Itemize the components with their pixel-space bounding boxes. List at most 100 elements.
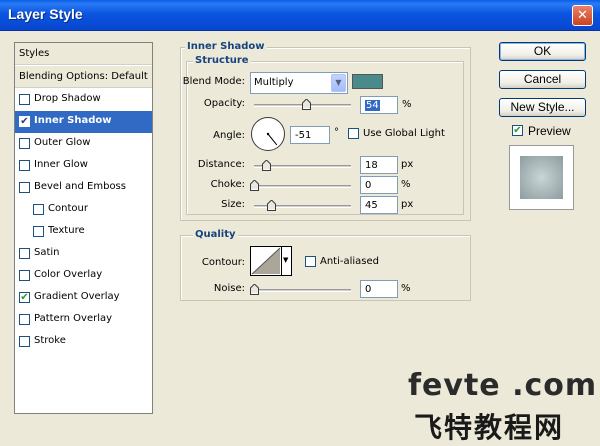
choke-value: 0	[365, 180, 372, 191]
style-item-label: Inner Glow	[34, 159, 88, 170]
style-item[interactable]: ✔ Inner Shadow	[15, 111, 152, 133]
style-item-checkbox[interactable]: ✔	[19, 292, 30, 303]
watermark-latin: fevte .com	[408, 368, 598, 403]
choke-slider-track[interactable]	[254, 185, 351, 188]
style-item[interactable]: ✔ Gradient Overlay	[15, 287, 152, 309]
style-item-label: Contour	[48, 203, 88, 214]
style-item-label: Drop Shadow	[34, 93, 101, 104]
noise-slider-thumb[interactable]	[250, 284, 259, 295]
style-item-label: Pattern Overlay	[34, 313, 113, 324]
noise-label: Noise:	[213, 283, 245, 294]
styles-list: Styles Blending Options: Default Drop Sh…	[14, 42, 153, 414]
inner-shadow-title: Inner Shadow	[185, 41, 267, 52]
style-item[interactable]: Texture	[15, 221, 152, 243]
anti-aliased-label: Anti-aliased	[320, 256, 380, 267]
opacity-slider-thumb[interactable]	[302, 99, 312, 110]
use-global-light-label: Use Global Light	[363, 128, 445, 139]
size-input[interactable]: 45	[360, 196, 398, 214]
use-global-light-checkbox[interactable]	[348, 128, 359, 139]
style-item-checkbox[interactable]	[19, 314, 30, 325]
contour-label: Contour:	[201, 257, 245, 268]
noise-value: 0	[365, 284, 372, 295]
opacity-label: Opacity:	[203, 98, 245, 109]
angle-label: Angle:	[213, 130, 245, 141]
contour-dropdown-button[interactable]: ▼	[281, 247, 291, 275]
distance-label: Distance:	[197, 159, 245, 170]
noise-unit: %	[401, 283, 411, 294]
style-item[interactable]: Contour	[15, 199, 152, 221]
chevron-down-icon: ▼	[331, 74, 346, 92]
ok-button[interactable]: OK	[499, 42, 586, 61]
distance-unit: px	[401, 159, 414, 170]
preview-thumbnail	[509, 145, 574, 210]
distance-value: 18	[365, 160, 378, 171]
close-icon: ✕	[577, 8, 588, 23]
new-style-button[interactable]: New Style...	[499, 98, 586, 117]
style-item[interactable]: Outer Glow	[15, 133, 152, 155]
blend-mode-select[interactable]: Multiply ▼	[250, 72, 348, 94]
opacity-value: 54	[365, 100, 380, 111]
style-item[interactable]: Satin	[15, 243, 152, 265]
watermark-chinese: 飞特教程网	[414, 411, 565, 444]
style-item[interactable]: Color Overlay	[15, 265, 152, 287]
angle-dial-icon	[251, 117, 285, 151]
style-item-label: Outer Glow	[34, 137, 91, 148]
style-item-checkbox[interactable]	[19, 248, 30, 259]
style-item-label: Stroke	[34, 335, 66, 346]
style-item-checkbox[interactable]	[19, 336, 30, 347]
size-slider-thumb[interactable]	[267, 200, 277, 211]
preview-checkbox[interactable]: ✔	[512, 125, 523, 136]
style-item-label: Gradient Overlay	[34, 291, 120, 302]
style-item[interactable]: Drop Shadow	[15, 89, 152, 111]
style-item-label: Color Overlay	[34, 269, 103, 280]
size-label: Size:	[221, 199, 245, 210]
contour-curve-icon	[251, 247, 281, 275]
close-button[interactable]: ✕	[572, 5, 593, 26]
title-bar[interactable]: Layer Style ✕	[0, 0, 600, 31]
contour-picker[interactable]: ▼	[250, 246, 292, 276]
angle-input[interactable]: -51	[290, 126, 330, 144]
blend-mode-label: Blend Mode:	[182, 76, 245, 87]
blending-options-item[interactable]: Blending Options: Default	[15, 66, 152, 88]
choke-label: Choke:	[210, 179, 245, 190]
style-item-label: Texture	[48, 225, 85, 236]
noise-input[interactable]: 0	[360, 280, 398, 298]
structure-title: Structure	[193, 55, 251, 66]
choke-input[interactable]: 0	[360, 176, 398, 194]
style-item[interactable]: Inner Glow	[15, 155, 152, 177]
size-unit: px	[401, 199, 414, 210]
style-item-checkbox[interactable]	[19, 160, 30, 171]
style-item-checkbox[interactable]	[19, 182, 30, 193]
angle-dial[interactable]	[250, 116, 286, 152]
style-item[interactable]: Stroke	[15, 331, 152, 353]
distance-slider-thumb[interactable]	[261, 160, 271, 171]
style-item-checkbox[interactable]: ✔	[19, 116, 30, 127]
blending-options-label: Blending Options: Default	[19, 71, 148, 82]
anti-aliased-checkbox[interactable]	[305, 256, 316, 267]
style-item-label: Bevel and Emboss	[34, 181, 126, 192]
style-item-checkbox[interactable]	[19, 270, 30, 281]
opacity-input[interactable]: 54	[360, 96, 398, 114]
distance-input[interactable]: 18	[360, 156, 398, 174]
cancel-button[interactable]: Cancel	[499, 70, 586, 89]
style-item[interactable]: Pattern Overlay	[15, 309, 152, 331]
blend-mode-value: Multiply	[254, 77, 294, 88]
choke-slider-thumb[interactable]	[250, 180, 259, 191]
choke-unit: %	[401, 179, 411, 190]
chevron-down-icon: ▼	[283, 256, 289, 264]
shadow-color-swatch[interactable]	[352, 74, 383, 89]
opacity-unit: %	[402, 99, 412, 110]
quality-title: Quality	[193, 229, 238, 240]
styles-header[interactable]: Styles	[15, 43, 152, 65]
layer-style-dialog: Layer Style ✕ Styles Blending Options: D…	[0, 0, 600, 445]
style-item-label: Inner Shadow	[34, 115, 112, 126]
style-item-checkbox[interactable]	[19, 138, 30, 149]
style-item-checkbox[interactable]	[19, 94, 30, 105]
noise-slider-track[interactable]	[254, 289, 351, 292]
style-item[interactable]: Bevel and Emboss	[15, 177, 152, 199]
style-item-checkbox[interactable]	[33, 204, 44, 215]
size-value: 45	[365, 200, 378, 211]
preview-swatch	[520, 156, 563, 199]
preview-label: Preview	[528, 124, 571, 138]
style-item-checkbox[interactable]	[33, 226, 44, 237]
